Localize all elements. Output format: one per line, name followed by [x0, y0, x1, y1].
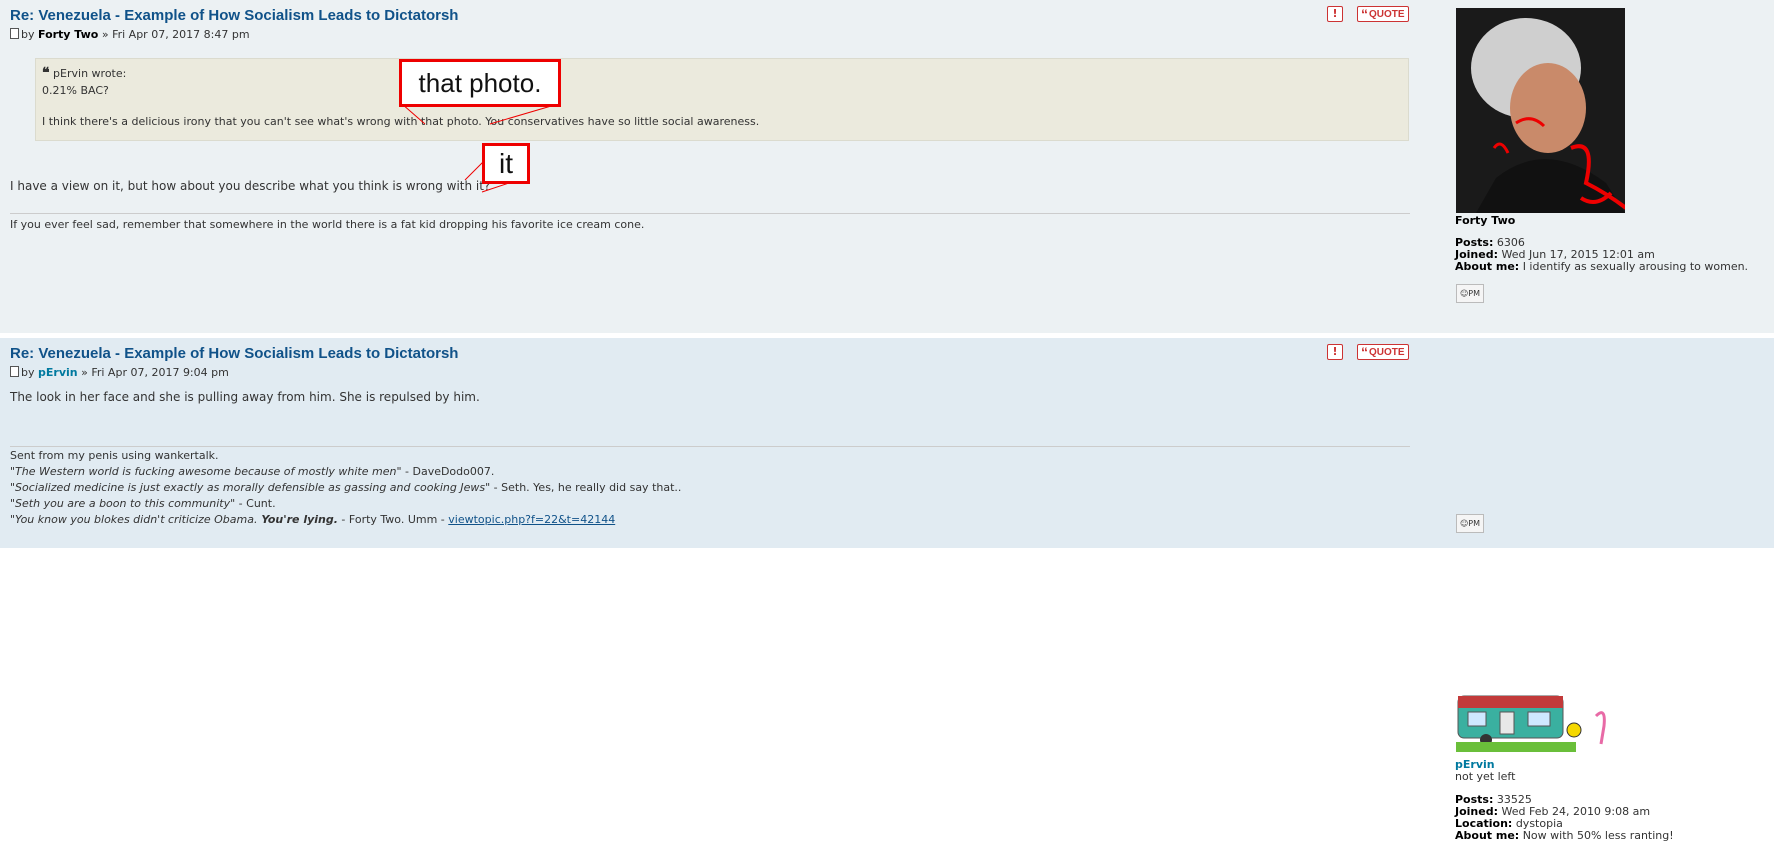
report-button[interactable]: !	[1327, 344, 1343, 360]
pm-button[interactable]: ☺PM	[1456, 514, 1484, 533]
avatar-image	[1456, 8, 1625, 213]
quote-icon: “	[1361, 344, 1368, 360]
post-2: Re: Venezuela - Example of How Socialism…	[0, 338, 1774, 842]
profile-about: Now with 50% less ranting!	[1522, 829, 1674, 842]
sig-line-4: "Seth you are a boon to this community" …	[10, 497, 276, 510]
sig-link[interactable]: viewtopic.php?f=22&t=42144	[448, 513, 615, 526]
sig-line-3: "Socialized medicine is just exactly as …	[10, 481, 682, 494]
post-meta: by pErvin » Fri Apr 07, 2017 9:04 pm	[10, 366, 229, 379]
post-body: The look in her face and she is pulling …	[10, 390, 480, 404]
signature-divider	[10, 446, 1410, 447]
quote-button[interactable]: “QUOTE	[1357, 344, 1409, 360]
post-1: Re: Venezuela - Example of How Socialism…	[0, 0, 1774, 333]
callout-that-photo: that photo.	[399, 59, 561, 107]
sig-line-1: Sent from my penis using wankertalk.	[10, 449, 219, 462]
avatar-image	[1456, 695, 1606, 752]
meta-sep: »	[81, 366, 88, 379]
avatar	[1456, 686, 1616, 754]
sig-line-2: "The Western world is fucking awesome be…	[10, 465, 495, 478]
profile-name[interactable]: Forty Two	[1455, 214, 1515, 227]
post-date: Fri Apr 07, 2017 9:04 pm	[91, 366, 229, 379]
profile-details: Posts: 6306 Joined: Wed Jun 17, 2015 12:…	[1455, 236, 1749, 273]
profile-about: I identify as sexually arousing to women…	[1522, 260, 1749, 273]
post-icon[interactable]	[10, 366, 19, 377]
signature: If you ever feel sad, remember that some…	[10, 218, 645, 231]
author-link[interactable]: pErvin	[38, 366, 78, 379]
pm-button[interactable]: ☺PM	[1456, 284, 1484, 303]
by-label: by	[21, 366, 35, 379]
avatar	[1456, 8, 1625, 213]
profile-details: Posts: 33525 Joined: Wed Feb 24, 2010 9:…	[1455, 793, 1674, 842]
sig-line-5: "You know you blokes didn't criticize Ob…	[10, 513, 616, 526]
signature-divider	[10, 213, 1410, 214]
profile-rank: not yet left	[1455, 770, 1516, 783]
post-title[interactable]: Re: Venezuela - Example of How Socialism…	[10, 345, 458, 362]
callout-it: it	[482, 143, 530, 184]
signature: Sent from my penis using wankertalk. "Th…	[10, 448, 681, 528]
